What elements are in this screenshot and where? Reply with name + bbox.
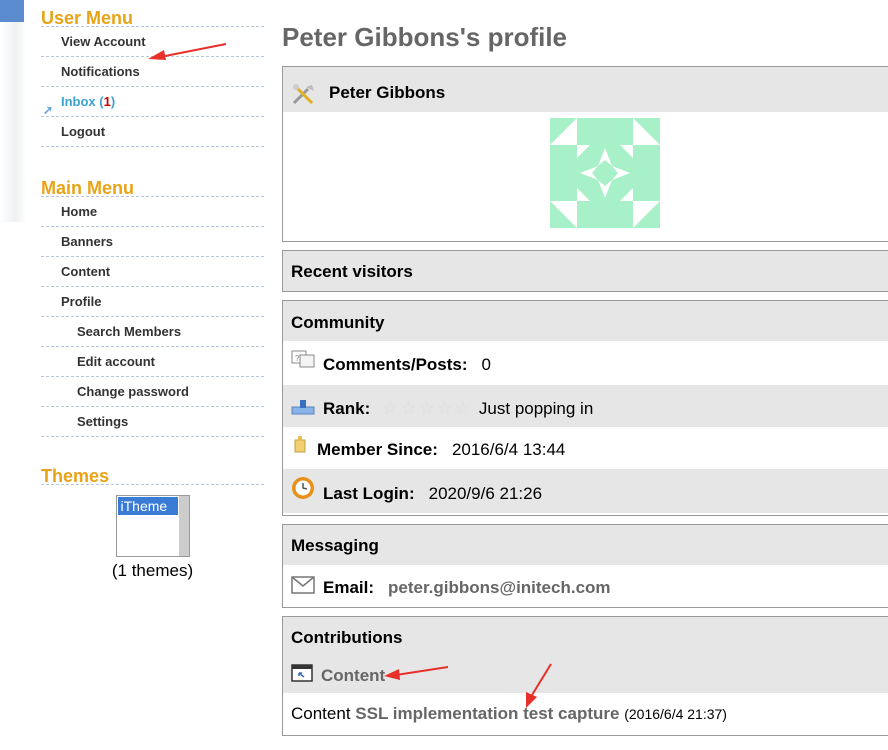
- recent-visitors-title: Recent visitors: [283, 251, 888, 291]
- main-content: Peter Gibbons's profile Peter Gibbons Re…: [282, 0, 888, 736]
- contributions-section-link[interactable]: Content: [321, 666, 385, 685]
- recent-visitors-panel: Recent visitors: [282, 250, 888, 292]
- profile-panel: Peter Gibbons: [282, 66, 888, 242]
- annotation-arrow-contribution: [526, 663, 552, 708]
- menu-item-edit-account[interactable]: Edit account: [41, 347, 264, 377]
- user-menu-title: User Menu: [41, 0, 264, 27]
- tools-icon: [291, 75, 317, 127]
- last-login-label: Last Login:: [323, 484, 415, 503]
- member-since-value: 2016/6/4 13:44: [451, 440, 566, 459]
- comments-icon: ?: [291, 342, 315, 390]
- page-title: Peter Gibbons's profile: [282, 22, 568, 52]
- themes-option-selected[interactable]: iTheme: [117, 497, 178, 515]
- member-since-label: Member Since:: [317, 440, 438, 459]
- menu-item-change-password[interactable]: Change password: [41, 377, 264, 407]
- contribution-date: (2016/6/4 21:37): [624, 706, 727, 722]
- last-login-value: 2020/9/6 21:26: [428, 484, 543, 503]
- comments-row: ? Comments/Posts: 0: [283, 341, 888, 385]
- rank-text: Just popping in: [478, 399, 594, 418]
- themes-title: Themes: [41, 458, 264, 485]
- main-menu-title: Main Menu: [41, 170, 264, 197]
- contribution-prefix: Content: [291, 704, 351, 723]
- email-label: Email:: [323, 578, 375, 597]
- inbox-label: Inbox (1): [61, 94, 116, 109]
- annotation-arrow-view-account: [148, 43, 227, 60]
- svg-text:?: ?: [295, 354, 300, 363]
- menu-item-logout[interactable]: Logout: [41, 117, 264, 147]
- themes-count: (1 themes): [111, 561, 194, 580]
- comments-value: 0: [481, 355, 491, 374]
- themes-select[interactable]: iTheme: [115, 495, 190, 557]
- member-since-icon: [291, 428, 309, 474]
- menu-item-label: Logout: [61, 124, 106, 139]
- content-icon: [291, 658, 313, 696]
- menu-item-profile[interactable]: Profile: [41, 287, 264, 317]
- menu-item-label: View Account: [61, 34, 146, 49]
- messaging-panel: Messaging Email: peter.gibbons@initech.co…: [282, 524, 888, 608]
- email-link[interactable]: peter.gibbons@initech.com: [388, 578, 611, 597]
- contribution-item: Content SSL implementation test capture …: [283, 693, 888, 733]
- themes-scrollbar[interactable]: [178, 496, 189, 556]
- menu-item-content[interactable]: Content: [41, 257, 264, 287]
- annotation-arrow-content: [384, 666, 449, 680]
- contributions-title: Contributions: [283, 617, 888, 657]
- rank-icon: [291, 387, 315, 433]
- profile-name: Peter Gibbons: [329, 83, 446, 102]
- comments-label: Comments/Posts:: [323, 355, 468, 374]
- community-title: Community: [283, 301, 888, 341]
- profile-header: Peter Gibbons: [283, 67, 888, 112]
- contributions-panel: Contributions Content Content SSL implem…: [282, 616, 888, 736]
- page-shadow: [0, 22, 26, 222]
- inbox-count: 1: [103, 94, 111, 109]
- menu-item-home[interactable]: Home: [41, 197, 264, 227]
- last-login-row: Last Login: 2020/9/6 21:26: [283, 469, 888, 513]
- menu-item-inbox[interactable]: ➚ Inbox (1): [41, 87, 264, 117]
- clock-icon: [291, 470, 315, 520]
- rank-label: Rank:: [323, 399, 371, 418]
- messaging-title: Messaging: [283, 525, 888, 565]
- menu-item-search-members[interactable]: Search Members: [41, 317, 264, 347]
- rank-stars: ☆☆☆☆☆: [382, 398, 473, 418]
- browser-edge: [0, 0, 24, 22]
- contribution-link[interactable]: SSL implementation test capture: [355, 704, 619, 723]
- avatar: [550, 118, 660, 228]
- sidebar: User Menu View Account Notifications ➚ I…: [41, 0, 264, 581]
- menu-item-banners[interactable]: Banners: [41, 227, 264, 257]
- menu-item-label: Notifications: [61, 64, 140, 79]
- contributions-section-row: Content: [283, 657, 888, 693]
- email-row: Email: peter.gibbons@initech.com: [283, 565, 888, 607]
- envelope-icon: [291, 566, 315, 612]
- community-panel: Community ? Comments/Posts: 0 Rank: ☆☆☆☆☆ J…: [282, 300, 888, 516]
- rank-row: Rank: ☆☆☆☆☆ Just popping in: [283, 385, 888, 427]
- member-since-row: Member Since: 2016/6/4 13:44: [283, 427, 888, 469]
- menu-item-settings[interactable]: Settings: [41, 407, 264, 437]
